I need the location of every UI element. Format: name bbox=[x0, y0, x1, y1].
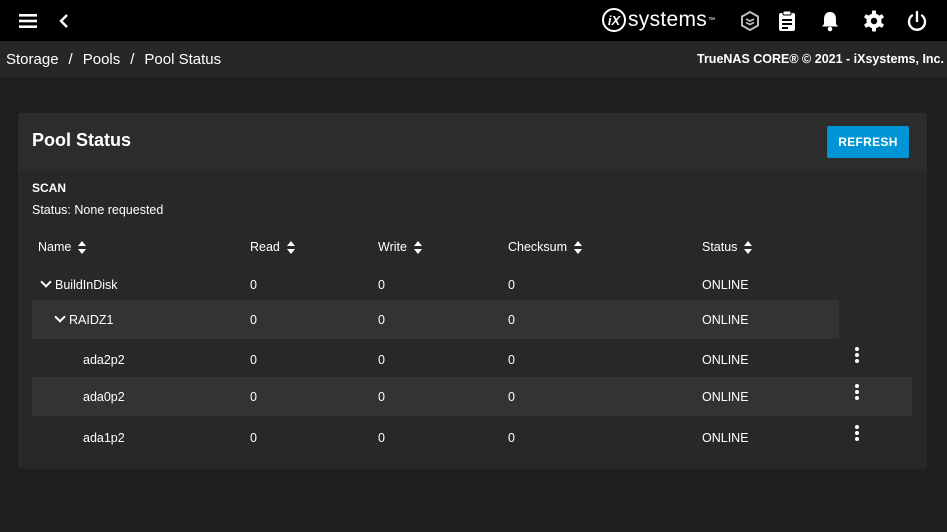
column-header-read[interactable]: Read bbox=[250, 228, 295, 266]
scan-status: Status: None requested bbox=[32, 203, 164, 217]
table-row[interactable]: ada0p2 0 0 0 ONLINE bbox=[32, 377, 912, 416]
write-cell: 0 bbox=[378, 430, 385, 445]
row-name: BuildInDisk bbox=[55, 277, 118, 292]
row-name: ada1p2 bbox=[83, 430, 125, 445]
breadcrumb-pools[interactable]: Pools bbox=[83, 51, 121, 68]
breadcrumb-separator: / bbox=[130, 50, 135, 68]
column-label: Read bbox=[250, 240, 280, 254]
column-label: Write bbox=[378, 240, 407, 254]
breadcrumb: Storage / Pools / Pool Status bbox=[6, 41, 221, 77]
notifications-icon[interactable] bbox=[819, 0, 841, 41]
sort-icon[interactable] bbox=[286, 240, 295, 254]
sort-icon[interactable] bbox=[744, 240, 753, 254]
hamburger-menu-icon[interactable] bbox=[14, 0, 42, 41]
column-label: Name bbox=[38, 240, 72, 254]
table-row[interactable]: ada2p2 0 0 0 ONLINE bbox=[32, 340, 912, 379]
sort-icon[interactable] bbox=[574, 240, 583, 254]
column-label: Status bbox=[702, 240, 738, 254]
scan-title: SCAN bbox=[32, 181, 67, 195]
write-cell: 0 bbox=[378, 389, 385, 404]
more-options-icon[interactable] bbox=[847, 335, 867, 374]
read-cell: 0 bbox=[250, 277, 257, 292]
copyright-text[interactable]: TrueNAS CORE® © 2021 - iXsystems, Inc. bbox=[697, 41, 944, 77]
status-cell: ONLINE bbox=[702, 352, 749, 367]
breadcrumb-separator: / bbox=[68, 50, 73, 68]
power-icon[interactable] bbox=[905, 0, 929, 41]
read-cell: 0 bbox=[250, 430, 257, 445]
write-cell: 0 bbox=[378, 312, 385, 327]
read-cell: 0 bbox=[250, 352, 257, 367]
truecommand-icon[interactable] bbox=[738, 0, 762, 41]
checksum-cell: 0 bbox=[508, 312, 515, 327]
task-manager-icon[interactable] bbox=[776, 0, 798, 41]
more-options-icon[interactable] bbox=[847, 413, 867, 452]
read-cell: 0 bbox=[250, 389, 257, 404]
status-cell: ONLINE bbox=[702, 389, 749, 404]
table-header: Name Read Write Checksum Status bbox=[32, 228, 912, 266]
table-row[interactable]: ada1p2 0 0 0 ONLINE bbox=[32, 418, 912, 457]
breadcrumb-storage[interactable]: Storage bbox=[6, 51, 59, 68]
card-header: Pool Status REFRESH bbox=[18, 113, 927, 170]
page-title: Pool Status bbox=[32, 130, 132, 150]
status-cell: ONLINE bbox=[702, 430, 749, 445]
column-header-write[interactable]: Write bbox=[378, 228, 422, 266]
row-name-cell: BuildInDisk bbox=[40, 265, 118, 304]
chevron-down-icon[interactable] bbox=[54, 311, 66, 323]
logo-wordmark: systems bbox=[628, 8, 708, 31]
ixsystems-logo[interactable]: iX systems ™ bbox=[602, 6, 715, 34]
table-row[interactable]: BuildInDisk 0 0 0 ONLINE bbox=[32, 265, 912, 304]
sort-icon[interactable] bbox=[78, 240, 87, 254]
refresh-button[interactable]: REFRESH bbox=[827, 126, 909, 158]
column-header-name[interactable]: Name bbox=[38, 228, 87, 266]
top-toolbar: iX systems ™ bbox=[0, 0, 947, 41]
breadcrumb-bar: Storage / Pools / Pool Status TrueNAS CO… bbox=[0, 41, 947, 77]
breadcrumb-pool-status: Pool Status bbox=[144, 50, 222, 68]
more-options-icon[interactable] bbox=[847, 372, 867, 411]
row-name-cell: RAIDZ1 bbox=[54, 300, 114, 339]
status-cell: ONLINE bbox=[702, 277, 749, 292]
logo-trademark: ™ bbox=[708, 16, 716, 24]
write-cell: 0 bbox=[378, 277, 385, 292]
row-name: RAIDZ1 bbox=[69, 312, 114, 327]
table-row[interactable]: RAIDZ1 0 0 0 ONLINE bbox=[32, 300, 839, 339]
column-header-checksum[interactable]: Checksum bbox=[508, 228, 583, 266]
status-cell: ONLINE bbox=[702, 312, 749, 327]
chevron-left-icon[interactable] bbox=[56, 0, 72, 41]
read-cell: 0 bbox=[250, 312, 257, 327]
checksum-cell: 0 bbox=[508, 352, 515, 367]
row-name: ada0p2 bbox=[83, 389, 125, 404]
logo-ix-mark: iX bbox=[602, 8, 626, 32]
sort-icon[interactable] bbox=[413, 240, 422, 254]
pool-status-card: Pool Status REFRESH SCAN Status: None re… bbox=[18, 113, 927, 469]
chevron-down-icon[interactable] bbox=[40, 276, 52, 288]
column-header-status[interactable]: Status bbox=[702, 228, 753, 266]
checksum-cell: 0 bbox=[508, 389, 515, 404]
column-label: Checksum bbox=[508, 240, 568, 254]
row-name: ada2p2 bbox=[83, 352, 125, 367]
checksum-cell: 0 bbox=[508, 277, 515, 292]
checksum-cell: 0 bbox=[508, 430, 515, 445]
write-cell: 0 bbox=[378, 352, 385, 367]
settings-icon[interactable] bbox=[862, 0, 886, 41]
